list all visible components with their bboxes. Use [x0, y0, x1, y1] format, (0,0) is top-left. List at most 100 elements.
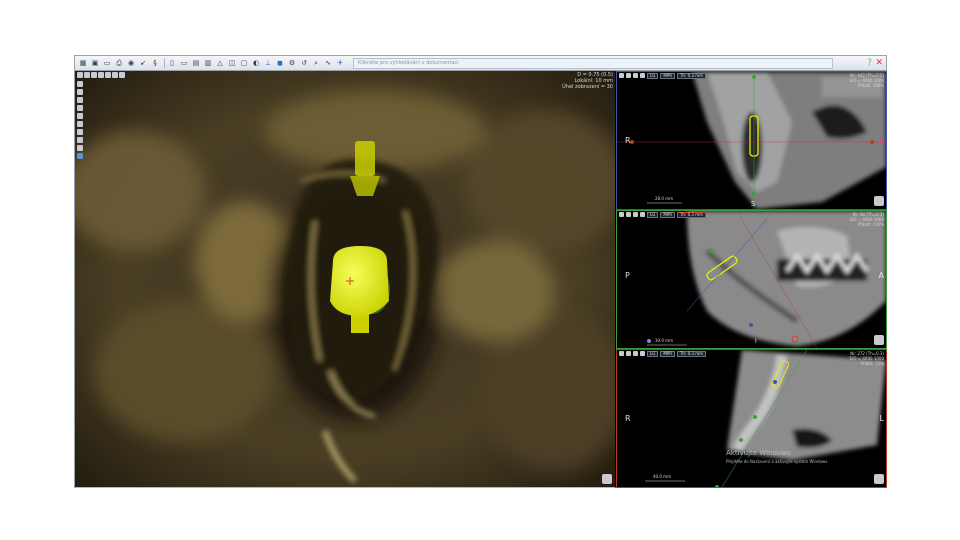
- bottom-orientation-label: S: [751, 200, 756, 208]
- nerve-icon[interactable]: ∿: [323, 58, 333, 68]
- zoom-icon[interactable]: ⌕: [311, 58, 321, 68]
- sagittal-slice-image[interactable]: [617, 211, 886, 348]
- sagittal-panel-toolbar: LG MPR Th: 0.3 mm: [617, 211, 707, 218]
- zoom-in-icon[interactable]: [77, 81, 83, 87]
- 3d-render[interactable]: [75, 71, 616, 488]
- blue-box-icon[interactable]: ◼: [275, 58, 285, 68]
- capture-icon[interactable]: [112, 72, 118, 78]
- zoom-out-icon[interactable]: [77, 89, 83, 95]
- mpr-tag[interactable]: MPR: [660, 72, 675, 79]
- capture-icon[interactable]: [633, 212, 638, 217]
- app-window: ▦ ▣ ▭ ⎙ ◉ ➹ § ▯ ▭ ▤ ▥ △ ◫ ▢ ◐ ⟂ ◼ ⚙ ↺ ⌕ …: [74, 55, 887, 488]
- gear-icon[interactable]: ⚙: [287, 58, 297, 68]
- camera-icon[interactable]: ◉: [126, 58, 136, 68]
- toolbar-separator: [164, 58, 165, 68]
- settings-icon[interactable]: [77, 153, 83, 159]
- tooth-icon[interactable]: ◫: [227, 58, 237, 68]
- axial-panel-toolbar: LG MPR Th: 0.3 mm: [617, 72, 707, 79]
- grid-icon[interactable]: [626, 73, 631, 78]
- coronal-view-panel[interactable]: LG MPR Th: 0.3 mm Nr: 272 (Th=0.3) S/O =…: [616, 349, 887, 488]
- doc-icon[interactable]: ▭: [179, 58, 189, 68]
- reset-icon[interactable]: ↺: [299, 58, 309, 68]
- implant-icon[interactable]: ⟂: [263, 58, 273, 68]
- layout-icon[interactable]: ▤: [191, 58, 201, 68]
- undo-icon[interactable]: [77, 121, 83, 127]
- mpr-tag[interactable]: MPR: [660, 211, 675, 218]
- tool-icon[interactable]: [619, 351, 624, 356]
- rotate-icon[interactable]: [77, 105, 83, 111]
- mode-tag[interactable]: LG: [647, 72, 659, 79]
- capture-icon[interactable]: [633, 351, 638, 356]
- capture-icon[interactable]: [633, 73, 638, 78]
- 3d-view-panel[interactable]: D = 0.75 (0.5) Lokální: 10 mm Úhel zobra…: [75, 71, 616, 488]
- axial-slice-image[interactable]: [617, 72, 886, 209]
- layers-icon[interactable]: [98, 72, 104, 78]
- home-icon[interactable]: [91, 72, 97, 78]
- settings-icon[interactable]: [640, 351, 645, 356]
- coronal-panel-toolbar: LG MPR Th: 0.3 mm: [617, 350, 707, 357]
- left-orientation-label: R: [625, 414, 631, 423]
- main-toolbar: ▦ ▣ ▭ ⎙ ◉ ➹ § ▯ ▭ ▤ ▥ △ ◫ ▢ ◐ ⟂ ◼ ⚙ ↺ ⌕ …: [75, 56, 886, 71]
- print-icon[interactable]: ⎙: [114, 58, 124, 68]
- light-icon[interactable]: [77, 113, 83, 119]
- thickness-tag[interactable]: Th: 0.3 mm: [676, 72, 707, 79]
- bottom-orientation-label: I: [755, 338, 757, 345]
- grid-icon[interactable]: [626, 351, 631, 356]
- mirror-icon[interactable]: ▢: [239, 58, 249, 68]
- sagittal-view-panel[interactable]: LG MPR Th: 0.3 mm Nr: 98 (Th=0.3) S/O = …: [616, 210, 887, 349]
- sagittal-info: Nr: 98 (Th=0.3) S/O = 4000 1000 Přiblíž:…: [849, 212, 884, 227]
- search-input[interactable]: Klikněte pro vyhledávání v dokumentaci: [353, 57, 833, 69]
- 3d-view-toolbar: [77, 72, 125, 78]
- left-orientation-label: P: [625, 271, 630, 280]
- windows-activation-title: Aktivujte Windows: [726, 449, 791, 457]
- orientation-head-icon[interactable]: [874, 474, 884, 484]
- image-icon[interactable]: ▣: [90, 58, 100, 68]
- tool-icon[interactable]: [77, 72, 83, 78]
- airplane-icon[interactable]: ✈: [335, 58, 345, 68]
- grid-icon[interactable]: [84, 72, 90, 78]
- scale-bar-label: 40.0 mm: [653, 474, 671, 479]
- scale-bar-label: 30.0 mm: [655, 338, 673, 343]
- ruler-icon[interactable]: ▥: [203, 58, 213, 68]
- grid-icon[interactable]: [626, 212, 631, 217]
- tool-icon[interactable]: [619, 212, 624, 217]
- orientation-head-icon[interactable]: [874, 196, 884, 206]
- info-icon[interactable]: [119, 72, 125, 78]
- refresh-icon[interactable]: [77, 137, 83, 143]
- thickness-tag[interactable]: Th: 0.3 mm: [676, 211, 707, 218]
- left-orientation-label: R: [625, 136, 631, 145]
- redo-icon[interactable]: [77, 129, 83, 135]
- curve-icon[interactable]: △: [215, 58, 225, 68]
- 3d-view-side-tools: [77, 81, 83, 159]
- axial-info-line: Přiblíž: 108%: [857, 83, 884, 88]
- hand-icon[interactable]: [77, 97, 83, 103]
- grid-icon[interactable]: ▦: [78, 58, 88, 68]
- settings-icon[interactable]: [640, 212, 645, 217]
- mpr-tag[interactable]: MPR: [660, 350, 675, 357]
- reset-view-icon[interactable]: [77, 145, 83, 151]
- axial-info: Nr: 442 (Th=0.3) S/O = 4000 1000 Přiblíž…: [849, 73, 884, 88]
- right-orientation-label: L: [879, 136, 884, 145]
- 3d-view-info: D = 0.75 (0.5) Lokální: 10 mm Úhel zobra…: [562, 72, 613, 90]
- 3d-info-line: Úhel zobrazení = 30: [562, 84, 613, 90]
- page-icon[interactable]: ▯: [167, 58, 177, 68]
- measure-icon[interactable]: §: [150, 58, 160, 68]
- sphere-icon[interactable]: ◐: [251, 58, 261, 68]
- cursor-icon[interactable]: ➹: [138, 58, 148, 68]
- windows-activation-subtitle: Přejděte do Nastavení a aktivujte systém…: [726, 459, 829, 464]
- orientation-head-icon[interactable]: [874, 335, 884, 345]
- help-button[interactable]: ?: [867, 58, 872, 69]
- coronal-slice-image[interactable]: [617, 350, 886, 487]
- tool-icon[interactable]: [619, 73, 624, 78]
- thickness-tag[interactable]: Th: 0.3 mm: [676, 350, 707, 357]
- orientation-head-icon[interactable]: [602, 474, 612, 484]
- mode-tag[interactable]: LG: [647, 211, 659, 218]
- window-icon[interactable]: [105, 72, 111, 78]
- close-button[interactable]: ✕: [875, 58, 883, 69]
- right-orientation-label: L: [879, 414, 884, 423]
- axial-view-panel[interactable]: LG MPR Th: 0.3 mm Nr: 442 (Th=0.3) S/O =…: [616, 71, 887, 210]
- folder-icon[interactable]: ▭: [102, 58, 112, 68]
- mode-tag[interactable]: LG: [647, 350, 659, 357]
- settings-icon[interactable]: [640, 73, 645, 78]
- right-orientation-label: A: [878, 271, 884, 280]
